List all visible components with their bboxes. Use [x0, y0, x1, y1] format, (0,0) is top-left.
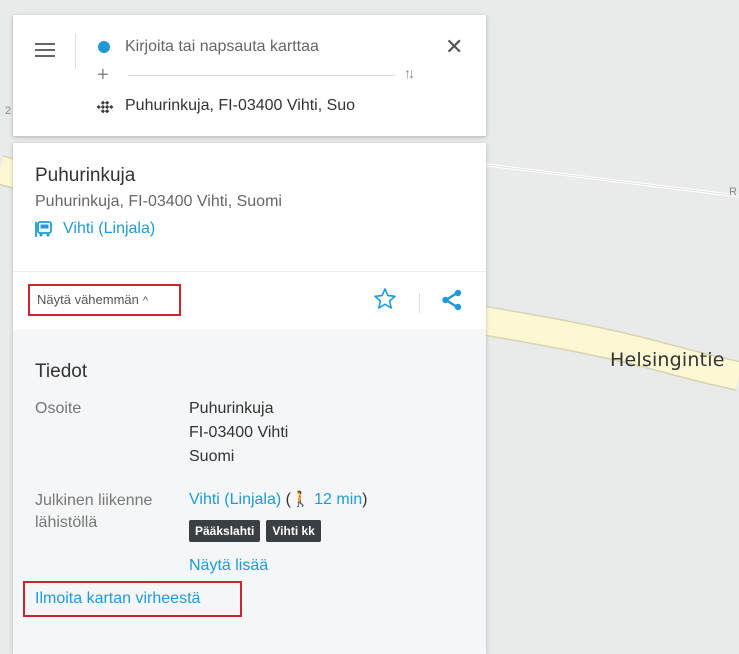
address-label: Osoite: [35, 400, 82, 417]
share-icon[interactable]: [440, 288, 464, 312]
route-chip[interactable]: Pääkslahti: [189, 520, 261, 542]
walking-person-icon: 🚶: [290, 491, 310, 508]
map-label-fragment: R: [729, 186, 737, 198]
place-address: Puhurinkuja, FI-03400 Vihti, Suomi: [35, 193, 282, 210]
stop-link-label: Vihti (Linjala): [63, 220, 156, 237]
divider: [13, 271, 486, 272]
address-value: Puhurinkuja FI-03400 Vihti Suomi: [189, 398, 288, 470]
nearby-transit: Vihti (Linjala) (🚶 12 min): [189, 490, 367, 509]
hamburger-menu-icon[interactable]: [35, 43, 55, 59]
map-road-label: Helsingintie: [610, 349, 725, 371]
transit-label-line: Julkinen liikenne: [35, 492, 153, 509]
route-search-card: ✕ + ↑↓ Puhurinkuja, FI-03400 Vihti, Suo: [13, 15, 486, 136]
nearest-stop-link[interactable]: Vihti (Linjala): [35, 220, 155, 238]
destination-input[interactable]: Puhurinkuja, FI-03400 Vihti, Suo: [125, 97, 399, 115]
bus-stop-icon: [35, 221, 52, 237]
divider: [419, 293, 420, 313]
route-chip[interactable]: Vihti kk: [266, 520, 321, 542]
place-title: Puhurinkuja: [35, 165, 136, 186]
show-less-label: Näytä vähemmän: [37, 292, 139, 307]
swap-direction-icon[interactable]: ↑↓: [404, 65, 415, 81]
transit-stop-link[interactable]: Vihti (Linjala): [189, 491, 281, 508]
show-less-toggle[interactable]: Näytä vähemmän ^: [28, 284, 181, 316]
destination-flag-icon: [96, 98, 114, 116]
report-map-error-link[interactable]: Ilmoita kartan virheestä: [23, 581, 242, 617]
place-details-panel: Puhurinkuja Puhurinkuja, FI-03400 Vihti,…: [13, 143, 486, 654]
divider: [75, 33, 76, 69]
chevron-up-icon: ^: [142, 295, 149, 307]
show-more-link[interactable]: Näytä lisää: [189, 557, 268, 575]
address-line: Puhurinkuja: [189, 400, 274, 417]
origin-dot-icon: [98, 41, 110, 53]
map-label-fragment: 2: [5, 105, 12, 117]
paren: ): [362, 491, 368, 508]
details-title: Tiedot: [35, 361, 88, 382]
walk-time: 12 min: [314, 491, 363, 508]
details-section: Tiedot Osoite Puhurinkuja FI-03400 Vihti…: [13, 329, 486, 654]
transit-label-line: lähistöllä: [35, 514, 98, 531]
address-line: FI-03400 Vihti: [189, 424, 289, 441]
origin-input[interactable]: [125, 35, 405, 59]
route-chips: Pääkslahti Vihti kk: [189, 520, 321, 542]
transit-label: Julkinen liikenne lähistöllä: [35, 490, 152, 534]
divider: [128, 75, 396, 76]
add-via-point-icon[interactable]: +: [97, 65, 109, 85]
favorite-star-icon[interactable]: [373, 287, 397, 311]
close-icon[interactable]: ✕: [445, 36, 463, 58]
address-line: Suomi: [189, 448, 235, 465]
